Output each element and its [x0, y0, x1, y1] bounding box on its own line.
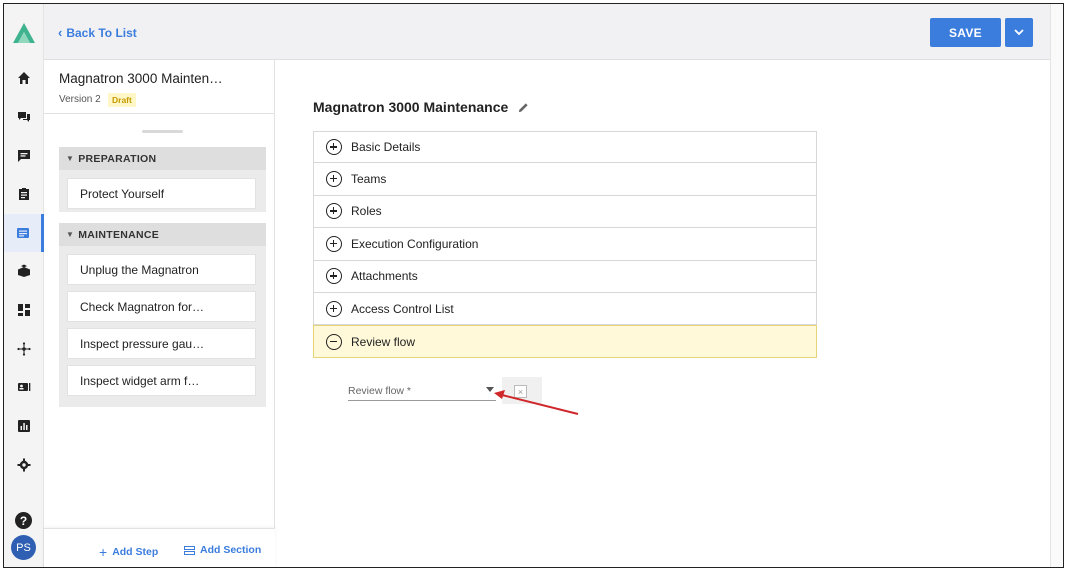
step-item[interactable]: Protect Yourself [67, 178, 256, 209]
save-button[interactable]: SAVE [930, 18, 1001, 47]
save-options-dropdown-button[interactable] [1005, 18, 1033, 47]
top-bar: ‹ Back To List SAVE [44, 4, 1050, 60]
help-icon[interactable]: ? [15, 512, 32, 529]
dashboard-icon [18, 304, 30, 316]
status-badge: Draft [108, 93, 136, 107]
rail-item-learn[interactable] [4, 252, 44, 290]
add-section-icon [184, 545, 195, 555]
chat-icon [18, 112, 30, 122]
rail-item-dashboard[interactable] [4, 291, 44, 329]
procedures-icon [16, 228, 29, 238]
step-item[interactable]: Inspect widget arm f… [67, 365, 256, 396]
rail-item-network[interactable] [4, 330, 44, 368]
divider [44, 113, 275, 114]
outline-footer: + Add Step Add Section [44, 528, 275, 567]
back-to-list-link[interactable]: ‹ Back To List [58, 25, 137, 40]
pencil-icon[interactable] [518, 102, 529, 113]
settings-accordion: Basic Details Teams Roles Execution Configu… [313, 131, 817, 358]
section-header[interactable]: ▼ MAINTENANCE [59, 223, 266, 246]
user-avatar[interactable]: PS [11, 535, 36, 560]
section-preparation: ▼ PREPARATION Protect Yourself [59, 147, 266, 212]
reports-icon [18, 420, 30, 432]
clipboard-icon [19, 188, 29, 200]
expand-plus-icon [326, 203, 342, 220]
back-to-list-label: Back To List [66, 25, 137, 40]
add-section-button[interactable]: Add Section [184, 544, 261, 556]
rail-item-reports[interactable] [4, 407, 44, 445]
accordion-row-label: Teams [351, 172, 387, 187]
home-icon [18, 72, 30, 84]
expand-plus-icon [326, 300, 342, 317]
contacts-icon [18, 383, 31, 391]
rail-item-procedures[interactable] [4, 214, 44, 252]
rail-item-settings[interactable] [4, 446, 44, 484]
section-label: PREPARATION [78, 152, 157, 165]
section-header[interactable]: ▼ PREPARATION [59, 147, 266, 170]
accordion-row-label: Basic Details [351, 140, 421, 155]
app-logo-icon[interactable] [12, 22, 36, 44]
message-icon [18, 150, 30, 162]
add-section-label: Add Section [200, 544, 262, 556]
rail-item-chat[interactable] [4, 98, 44, 136]
app-window: ? PS ‹ Back To List SAVE Magnatron 3000 … [3, 3, 1064, 568]
left-nav-rail: ? PS [4, 4, 44, 567]
expand-plus-icon [326, 235, 342, 252]
add-step-button[interactable]: + Add Step [99, 544, 158, 560]
page-title-text: Magnatron 3000 Maintenance [313, 99, 509, 115]
accordion-row[interactable]: Teams [313, 163, 817, 196]
accordion-row[interactable]: Execution Configuration [313, 228, 817, 261]
review-flow-label: Review flow * [348, 385, 412, 397]
accordion-row-label: Attachments [351, 269, 418, 284]
rail-item-home[interactable] [4, 59, 44, 97]
settings-icon [17, 458, 31, 472]
rail-item-message[interactable] [4, 137, 44, 175]
expand-plus-icon [326, 268, 342, 285]
accordion-row-label: Execution Configuration [351, 236, 479, 251]
accordion-row[interactable]: Roles [313, 195, 817, 229]
learn-icon [18, 264, 30, 277]
rail-item-contacts[interactable] [4, 368, 44, 406]
chevron-down-icon [1014, 29, 1024, 36]
chevron-left-icon: ‹ [58, 25, 63, 40]
step-item[interactable]: Unplug the Magnatron [67, 254, 256, 285]
accordion-row[interactable]: Access Control List [313, 292, 817, 326]
annotation-arrow-icon [494, 390, 579, 415]
version-label: Version 2 [59, 94, 101, 105]
accordion-row-label: Review flow [351, 334, 416, 349]
page-title: Magnatron 3000 Maintenance [313, 99, 529, 115]
network-icon [17, 342, 31, 356]
accordion-row[interactable]: Basic Details [313, 131, 817, 164]
drag-handle[interactable] [142, 130, 183, 133]
accordion-row-label: Access Control List [351, 301, 454, 316]
caret-down-icon: ▼ [66, 230, 75, 239]
expand-plus-icon [326, 139, 342, 156]
accordion-row[interactable]: Attachments [313, 260, 817, 293]
expand-plus-icon [326, 171, 342, 188]
collapse-minus-icon [326, 333, 342, 350]
caret-down-icon: ▼ [66, 154, 75, 163]
scrollbar-track[interactable] [1050, 4, 1063, 567]
procedure-title: Magnatron 3000 Mainten… [59, 71, 223, 86]
accordion-row[interactable]: Review flow [313, 325, 817, 358]
section-maintenance: ▼ MAINTENANCE Unplug the Magnatron Check… [59, 223, 266, 407]
review-flow-select[interactable]: Review flow * [348, 381, 496, 401]
add-step-label: Add Step [112, 546, 159, 558]
section-label: MAINTENANCE [78, 228, 160, 241]
plus-icon: + [99, 544, 108, 560]
accordion-row-label: Roles [351, 204, 382, 219]
procedure-outline-panel: Magnatron 3000 Mainten… Version 2 Draft … [44, 60, 275, 567]
step-item[interactable]: Check Magnatron for… [67, 291, 256, 322]
step-item[interactable]: Inspect pressure gau… [67, 328, 256, 359]
rail-item-clipboard[interactable] [4, 175, 44, 213]
